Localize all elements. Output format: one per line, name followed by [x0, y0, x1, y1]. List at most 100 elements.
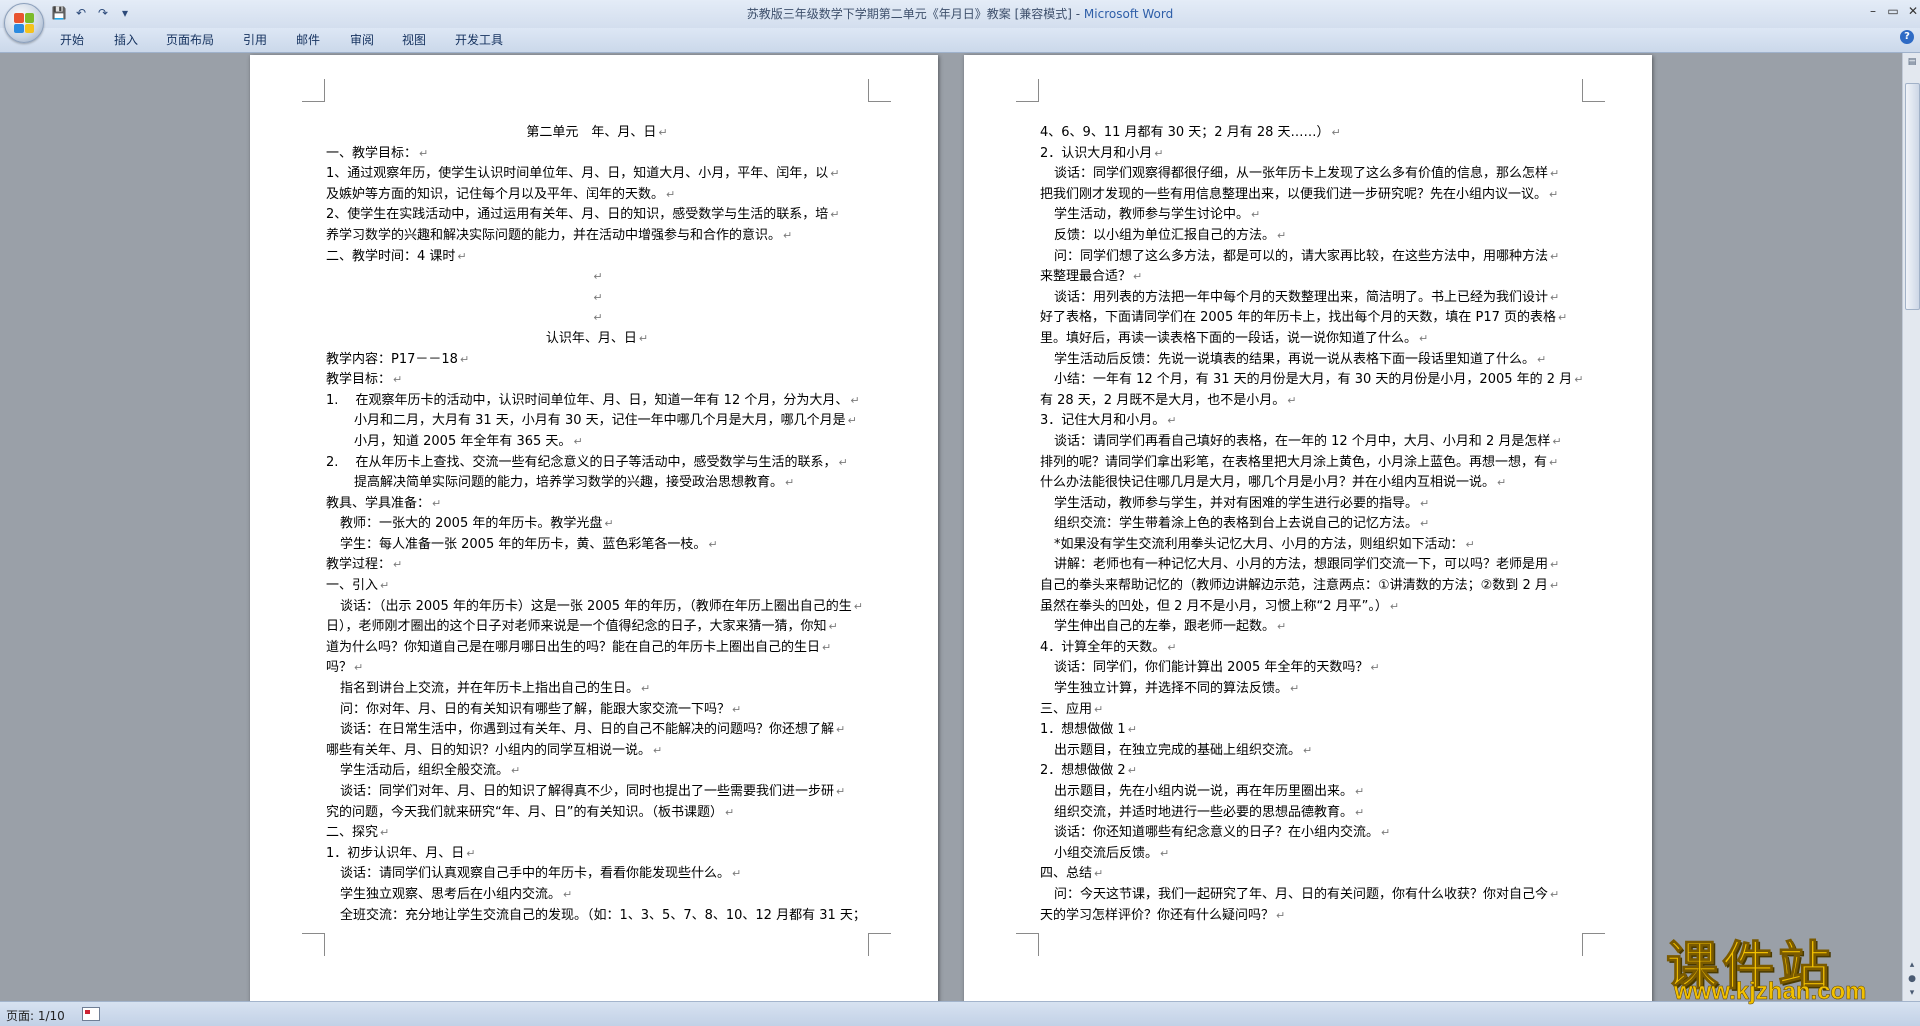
paragraph-mark-icon: ↵: [1550, 167, 1559, 180]
line-text: 究的问题，今天我们就来研究“年、月、日”的有关知识。（板书课题）: [326, 805, 723, 820]
line-text: 学生活动后，组织全般交流。: [340, 763, 509, 778]
tab-view[interactable]: 视图: [402, 31, 426, 48]
document-line: 好了表格，下面请同学们在 2005 年的年历卡上，找出每个月的天数，填在 P17…: [1040, 308, 1582, 329]
document-line: 教具、学具准备：↵: [326, 494, 868, 515]
line-text: 教学过程：: [326, 557, 391, 572]
document-line: 四、总结↵: [1040, 864, 1582, 885]
paragraph-mark-icon: ↵: [1277, 229, 1286, 242]
close-button[interactable]: ✕: [1900, 2, 1920, 20]
line-text: 小月，知道 2005 年全年有 365 天。: [354, 434, 571, 449]
previous-page-icon[interactable]: ▴: [1906, 959, 1918, 971]
paragraph-mark-icon: ↵: [854, 600, 863, 613]
paragraph-mark-icon: ↵: [1550, 291, 1559, 304]
tab-page-layout[interactable]: 页面布局: [166, 31, 214, 48]
paragraph-mark-icon: ↵: [573, 435, 582, 448]
line-text: 日），老师刚才圈出的这个日子对老师来说是一个值得纪念的日子，大家来猜一猜，你知: [326, 619, 827, 634]
help-icon[interactable]: ?: [1900, 30, 1914, 44]
paragraph-mark-icon: ↵: [641, 682, 650, 695]
tab-mailings[interactable]: 邮件: [296, 31, 320, 48]
line-text: 学生活动后反馈：先说一说填表的结果，再说一说从表格下面一段话里知道了什么。: [1054, 352, 1535, 367]
document-line: 1、通过观察年历，使学生认识时间单位年、月、日，知道大月、小月，平年、闰年，以↵: [326, 164, 868, 185]
line-text: 问：今天这节课，我们一起研究了年、月、日的有关问题，你有什么收获？你对自己今: [1054, 887, 1548, 902]
line-text: 及嫉妒等方面的知识，记住每个月以及平年、闰年的天数。: [326, 187, 664, 202]
line-text: 谈话：请同学们再看自己填好的表格，在一年的 12 个月中，大月、小月和 2 月是…: [1054, 434, 1550, 449]
app-name: Microsoft Word: [1084, 7, 1173, 21]
document-line: 道为什么吗？你知道自己是在哪月哪日出生的吗？能在自己的年历卡上圈出自己的生日↵: [326, 638, 868, 659]
document-line: 组织交流：学生带着涂上色的表格到台上去说自己的记忆方法。↵: [1040, 514, 1582, 535]
paragraph-mark-icon: ↵: [829, 620, 838, 633]
crop-mark: [1016, 79, 1039, 102]
document-line: 二、教学时间：4 课时↵: [326, 247, 868, 268]
page-right: 4、6、9、11 月都有 30 天；2 月有 28 天……）↵2．认识大月和小月…: [964, 55, 1652, 1001]
document-line: 三、应用↵: [1040, 700, 1582, 721]
line-text: 谈话：用列表的方法把一年中每个月的天数整理出来，简洁明了。书上已经为我们设计: [1054, 290, 1548, 305]
document-line: 组织交流，并适时地进行一些必要的思想品德教育。↵: [1040, 803, 1582, 824]
page-indicator[interactable]: 页面: 1/10: [6, 1007, 65, 1024]
line-text: 2. 在从年历卡上查找、交流一些有纪念意义的日子等活动中，感受数学与生活的联系，: [326, 455, 837, 470]
document-line: 2. 在从年历卡上查找、交流一些有纪念意义的日子等活动中，感受数学与生活的联系，…: [326, 453, 868, 474]
paragraph-mark-icon: ↵: [1303, 744, 1312, 757]
document-line: 里。填好后，再读一读表格下面的一段话，说一说你知道了什么。↵: [1040, 329, 1582, 350]
crop-mark: [302, 79, 325, 102]
tab-review[interactable]: 审阅: [350, 31, 374, 48]
tab-developer[interactable]: 开发工具: [455, 31, 503, 48]
document-line: 教学目标：↵: [326, 370, 868, 391]
tab-references[interactable]: 引用: [243, 31, 267, 48]
paragraph-mark-icon: ↵: [460, 353, 469, 366]
paragraph-mark-icon: ↵: [1133, 270, 1142, 283]
document-line: 小月，知道 2005 年全年有 365 天。↵: [326, 432, 868, 453]
scrollbar-thumb[interactable]: [1905, 83, 1920, 310]
paragraph-mark-icon: ↵: [839, 456, 848, 469]
paragraph-mark-icon: ↵: [658, 126, 667, 139]
tab-home[interactable]: 开始: [60, 31, 84, 48]
paragraph-mark-icon: ↵: [1550, 579, 1559, 592]
vertical-scrollbar[interactable]: ▤ ▴ ● ▾: [1902, 53, 1920, 1001]
line-text: 哪些有关年、月、日的知识？小组内的同学互相说一说。: [326, 743, 651, 758]
paragraph-mark-icon: ↵: [1128, 723, 1137, 736]
line-text: 谈话：（出示 2005 年的年历卡）这是一张 2005 年的年历，（教师在年历上…: [340, 599, 852, 614]
paragraph-mark-icon: ↵: [1497, 476, 1506, 489]
line-text: 吗？: [326, 660, 352, 675]
line-text: 一、引入: [326, 578, 378, 593]
next-page-icon[interactable]: ▾: [1906, 987, 1918, 999]
line-text: *如果没有学生交流利用拳头记忆大月、小月的方法，则组织如下活动：: [1054, 537, 1464, 552]
paragraph-mark-icon: ↵: [1290, 682, 1299, 695]
line-text: 把我们刚才发现的一些有用信息整理出来，以便我们进一步研究呢？先在小组内议一议。: [1040, 187, 1547, 202]
document-line: 有 28 天，2 月既不是大月，也不是小月。↵: [1040, 391, 1582, 412]
paragraph-mark-icon: ↵: [653, 744, 662, 757]
line-text: 讲解：老师也有一种记忆大月、小月的方法，想跟同学们交流一下，可以吗？老师是用: [1054, 557, 1548, 572]
page-body-right[interactable]: 4、6、9、11 月都有 30 天；2 月有 28 天……）↵2．认识大月和小月…: [1040, 123, 1582, 926]
paragraph-mark-icon: ↵: [708, 538, 717, 551]
document-line: 2．认识大月和小月↵: [1040, 144, 1582, 165]
line-text: 组织交流：学生带着涂上色的表格到台上去说自己的记忆方法。: [1054, 516, 1418, 531]
paragraph-mark-icon: ↵: [393, 558, 402, 571]
watermark-url: www.kjzhan.com: [1674, 978, 1866, 1006]
document-line: 2．想想做做 2↵: [1040, 761, 1582, 782]
office-button[interactable]: [4, 3, 44, 43]
paragraph-mark-icon: ↵: [1558, 311, 1567, 324]
paragraph-mark-icon: ↵: [732, 703, 741, 716]
line-text: 谈话：同学们对年、月、日的知识了解得真不少，同时也提出了一些需要我们进一步研: [340, 784, 834, 799]
paragraph-mark-icon: ↵: [457, 250, 466, 263]
line-text: 1、通过观察年历，使学生认识时间单位年、月、日，知道大月、小月，平年、闰年，以: [326, 166, 828, 181]
document-line: 排列的呢？请同学们拿出彩笔，在表格里把大月涂上黄色，小月涂上蓝色。再想一想，有↵: [1040, 453, 1582, 474]
ruler-toggle-icon[interactable]: ▤: [1906, 56, 1918, 68]
document-line: 谈话：用列表的方法把一年中每个月的天数整理出来，简洁明了。书上已经为我们设计↵: [1040, 288, 1582, 309]
window-title: 苏教版三年级数学下学期第二单元《年月日》教案 [兼容模式] - Microsof…: [0, 5, 1920, 22]
document-line: 反馈：以小组为单位汇报自己的方法。↵: [1040, 226, 1582, 247]
page-body-left[interactable]: 第二单元 年、月、日↵一、教学目标：↵1、通过观察年历，使学生认识时间单位年、月…: [326, 123, 868, 926]
select-browse-object-icon[interactable]: ●: [1906, 973, 1918, 985]
line-text: 提高解决简单实际问题的能力，培养学习数学的兴趣，接受政治思想教育。: [354, 475, 783, 490]
document-line: 4．计算全年的天数。↵: [1040, 638, 1582, 659]
paragraph-mark-icon: ↵: [822, 641, 831, 654]
paragraph-mark-icon: ↵: [563, 888, 572, 901]
document-line: 哪些有关年、月、日的知识？小组内的同学互相说一说。↵: [326, 741, 868, 762]
line-text: 天的学习怎样评价？你还有什么疑问吗？: [1040, 908, 1274, 923]
document-line: 1．初步认识年、月、日↵: [326, 844, 868, 865]
document-line: 2、使学生在实践活动中，通过运用有关年、月、日的知识，感受数学与生活的联系，培↵: [326, 205, 868, 226]
tab-insert[interactable]: 插入: [114, 31, 138, 48]
status-bar: 页面: 1/10: [0, 1001, 1920, 1026]
proofing-status-icon[interactable]: [82, 1007, 100, 1021]
line-text: 二、探究: [326, 825, 378, 840]
paragraph-mark-icon: ↵: [666, 188, 675, 201]
